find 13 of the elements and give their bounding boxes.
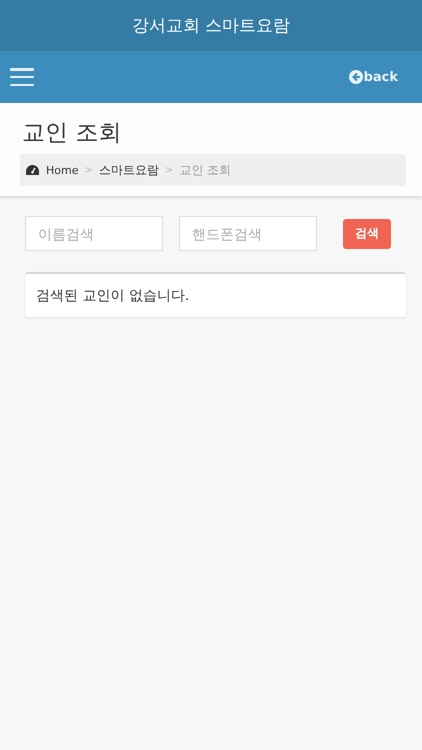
name-search-field[interactable]: 이름검색 — [25, 216, 163, 251]
dashboard-icon — [26, 164, 39, 176]
app-title: 강서교회 스마트요람 — [132, 15, 290, 37]
breadcrumb-separator: > — [164, 164, 174, 176]
page-title: 교인 조회 — [22, 119, 122, 148]
menu-button[interactable] — [10, 68, 34, 86]
back-arrow-icon — [348, 70, 363, 84]
breadcrumb-separator: > — [84, 164, 93, 176]
breadcrumb-link[interactable]: Home — [26, 164, 78, 176]
breadcrumb-link[interactable]: 스마트요람 — [98, 162, 159, 178]
result-message: 검색된 교인이 없습니다. — [25, 272, 406, 317]
breadcrumb-current: 교인 조회 — [179, 162, 232, 178]
phone-search-field[interactable]: 핸드폰검색 — [179, 216, 317, 251]
